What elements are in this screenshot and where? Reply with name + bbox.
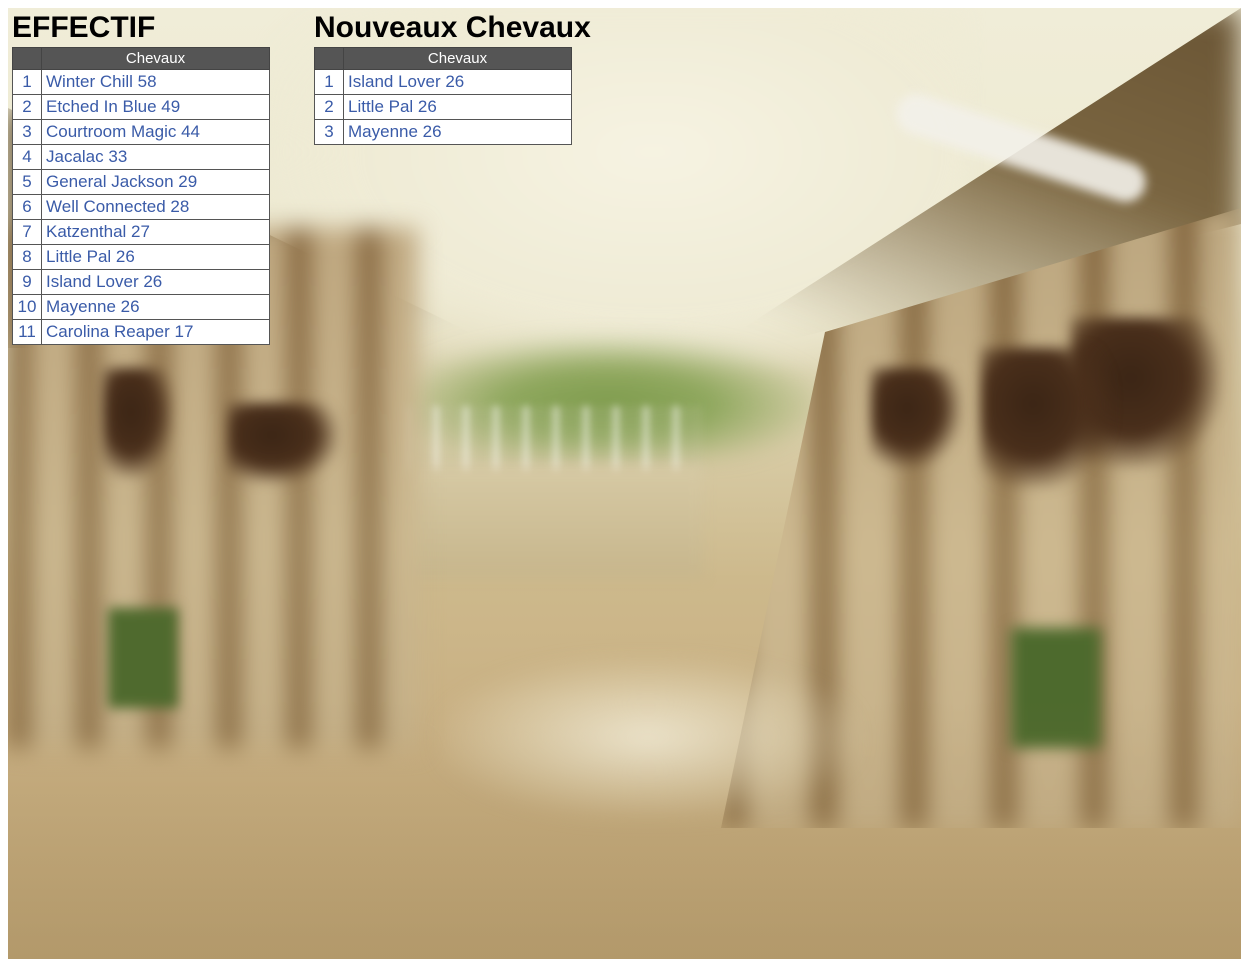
table-row[interactable]: 4 Jacalac 33: [12, 144, 270, 170]
table-row[interactable]: 7 Katzenthal 27: [12, 219, 270, 245]
row-rank: 9: [12, 269, 42, 295]
horse-link[interactable]: Well Connected 28: [41, 194, 270, 220]
table-row[interactable]: 3 Mayenne 26: [314, 119, 572, 145]
new-horses-table: Chevaux 1 Island Lover 26 2 Little Pal 26 3 M…: [314, 47, 572, 145]
row-rank: 6: [12, 194, 42, 220]
table-row[interactable]: 2 Etched In Blue 49: [12, 94, 270, 120]
distant-fence: [403, 406, 703, 476]
effectif-title: EFFECTIF: [12, 11, 156, 44]
row-rank: 2: [314, 94, 344, 120]
effectif-table-body: 1 Winter Chill 58 2 Etched In Blue 49 3 Court…: [12, 69, 270, 345]
table-row[interactable]: 6 Well Connected 28: [12, 194, 270, 220]
row-rank: 1: [12, 69, 42, 95]
row-rank: 1: [314, 69, 344, 95]
table-row[interactable]: 8 Little Pal 26: [12, 244, 270, 270]
row-rank: 4: [12, 144, 42, 170]
table-row[interactable]: 9 Island Lover 26: [12, 269, 270, 295]
row-rank: 11: [12, 319, 42, 345]
new-horses-table-header-row: Chevaux: [314, 47, 572, 70]
row-rank: 8: [12, 244, 42, 270]
effectif-section: EFFECTIF Chevaux 1 Winter Chill 58 2 Etched…: [12, 11, 270, 345]
green-bucket: [108, 608, 178, 708]
stable-background-stage: EFFECTIF Chevaux 1 Winter Chill 58 2 Etched…: [8, 8, 1241, 959]
row-rank: 5: [12, 169, 42, 195]
new-horses-title: Nouveaux Chevaux: [314, 11, 591, 44]
horse-link[interactable]: Katzenthal 27: [41, 219, 270, 245]
horse-link[interactable]: Carolina Reaper 17: [41, 319, 270, 345]
horse-link[interactable]: Mayenne 26: [41, 294, 270, 320]
horses-column-header: Chevaux: [41, 47, 270, 70]
table-row[interactable]: 3 Courtroom Magic 44: [12, 119, 270, 145]
row-rank: 7: [12, 219, 42, 245]
table-row[interactable]: 11 Carolina Reaper 17: [12, 319, 270, 345]
far-wall: [403, 468, 703, 578]
horse-link[interactable]: Island Lover 26: [343, 69, 572, 95]
row-rank: 2: [12, 94, 42, 120]
rank-column-header: [314, 47, 344, 70]
horse-head-shape: [228, 403, 338, 483]
horse-link[interactable]: Winter Chill 58: [41, 69, 270, 95]
table-row[interactable]: 5 General Jackson 29: [12, 169, 270, 195]
horses-column-header: Chevaux: [343, 47, 572, 70]
row-rank: 3: [12, 119, 42, 145]
table-row[interactable]: 2 Little Pal 26: [314, 94, 572, 120]
new-horses-section: Nouveaux Chevaux Chevaux 1 Island Lover 2…: [314, 11, 591, 145]
horse-head-shape: [981, 348, 1111, 488]
horse-head-shape: [103, 368, 173, 478]
horse-link[interactable]: Jacalac 33: [41, 144, 270, 170]
rank-column-header: [12, 47, 42, 70]
effectif-table-header-row: Chevaux: [12, 47, 270, 70]
horse-link[interactable]: Mayenne 26: [343, 119, 572, 145]
horse-link[interactable]: Island Lover 26: [41, 269, 270, 295]
horse-link[interactable]: Little Pal 26: [343, 94, 572, 120]
floor-shadow: [8, 699, 1241, 959]
horse-link[interactable]: General Jackson 29: [41, 169, 270, 195]
table-row[interactable]: 1 Winter Chill 58: [12, 69, 270, 95]
row-rank: 10: [12, 294, 42, 320]
table-row[interactable]: 1 Island Lover 26: [314, 69, 572, 95]
row-rank: 3: [314, 119, 344, 145]
horse-head-shape: [871, 368, 961, 468]
new-horses-table-body: 1 Island Lover 26 2 Little Pal 26 3 Mayenne 2…: [314, 69, 572, 145]
horse-link[interactable]: Little Pal 26: [41, 244, 270, 270]
horse-link[interactable]: Etched In Blue 49: [41, 94, 270, 120]
effectif-table: Chevaux 1 Winter Chill 58 2 Etched In Blue …: [12, 47, 270, 345]
table-row[interactable]: 10 Mayenne 26: [12, 294, 270, 320]
horse-link[interactable]: Courtroom Magic 44: [41, 119, 270, 145]
